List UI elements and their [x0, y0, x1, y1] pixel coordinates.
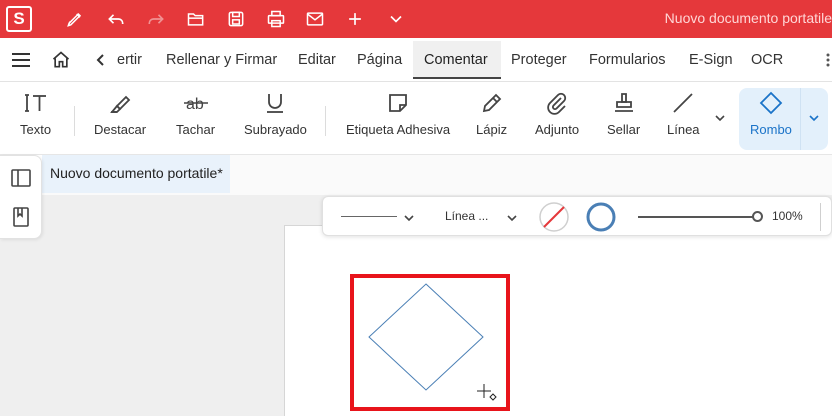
tool-sellar-label: Sellar: [607, 122, 641, 137]
selection-highlight-box: [350, 274, 510, 411]
opacity-slider-track[interactable]: [638, 216, 758, 218]
strikethrough-icon: ab: [183, 90, 209, 116]
menu-item-ocr[interactable]: OCR: [751, 52, 783, 68]
sticky-note-icon: [385, 90, 411, 116]
panel-toggle-icon[interactable]: [10, 167, 32, 189]
more-options-icon[interactable]: [818, 52, 832, 68]
tool-tachar[interactable]: ab Tachar: [176, 90, 215, 137]
svg-text:ab: ab: [186, 96, 204, 113]
menu-item-comentar[interactable]: Comentar: [424, 52, 488, 68]
tool-tachar-label: Tachar: [176, 122, 216, 137]
menu-item-formularios[interactable]: Formularios: [589, 52, 666, 68]
print-icon[interactable]: [264, 8, 288, 30]
document-tab-bar: Nuovo documento portatile*: [42, 155, 832, 195]
tool-subrayado-label: Subrayado: [244, 122, 307, 137]
ribbon-separator: [74, 106, 75, 136]
fill-color-none-button[interactable]: [538, 201, 570, 233]
chevron-left-icon[interactable]: [90, 50, 112, 70]
menu-bar: ertir Rellenar y Firmar Editar Página Co…: [0, 38, 832, 82]
tool-etiqueta-adhesiva[interactable]: Etiqueta Adhesiva: [346, 90, 450, 137]
line-type-chevron-icon[interactable]: [506, 211, 518, 223]
tool-adjunto[interactable]: Adjunto: [535, 90, 579, 137]
tool-sellar[interactable]: Sellar: [607, 90, 640, 137]
paperclip-icon: [544, 90, 570, 116]
stroke-color-button[interactable]: [585, 201, 617, 233]
menu-item-convertir[interactable]: ertir: [117, 52, 142, 68]
rombo-dropdown-chevron-icon[interactable]: [808, 111, 820, 123]
line-type-select[interactable]: Línea ...: [445, 209, 488, 223]
pencil-icon: [479, 90, 505, 116]
tool-rombo[interactable]: Rombo: [750, 90, 792, 137]
menu-item-editar[interactable]: Editar: [298, 52, 336, 68]
tool-linea-label: Línea: [667, 122, 700, 137]
stamp-icon: [611, 90, 637, 116]
opacity-slider-knob[interactable]: [752, 211, 763, 222]
title-bar: S Nuovo documento portatile: [0, 0, 832, 38]
menu-item-rellenar-y-firmar[interactable]: Rellenar y Firmar: [166, 52, 277, 68]
open-folder-icon[interactable]: [184, 8, 208, 30]
line-style-chevron-icon[interactable]: [403, 211, 415, 223]
toolbar-divider: [820, 203, 821, 231]
tool-texto[interactable]: Texto: [20, 90, 51, 137]
plus-icon[interactable]: [343, 8, 367, 30]
pen-icon[interactable]: [63, 8, 87, 30]
line-style-preview[interactable]: [341, 216, 397, 217]
mail-icon[interactable]: [303, 8, 327, 30]
chevron-down-icon[interactable]: [384, 8, 408, 30]
tool-linea[interactable]: Línea: [667, 90, 700, 137]
tool-adjunto-label: Adjunto: [535, 122, 580, 137]
active-tool-split: [800, 88, 801, 150]
tool-texto-label: Texto: [20, 122, 52, 137]
underline-icon: [262, 90, 288, 116]
annotation-properties-toolbar: Línea ... 100%: [322, 196, 832, 236]
undo-icon[interactable]: [104, 8, 128, 30]
save-icon[interactable]: [224, 8, 248, 30]
menu-item-pagina[interactable]: Página: [357, 52, 402, 68]
document-tab[interactable]: Nuovo documento portatile*: [42, 155, 230, 193]
shapes-dropdown-chevron-icon[interactable]: [714, 111, 726, 123]
left-side-panel: [0, 155, 42, 239]
window-title: Nuovo documento portatile: [664, 10, 832, 26]
bookmark-icon[interactable]: [10, 206, 32, 228]
ribbon-separator: [325, 106, 326, 136]
hamburger-menu-icon[interactable]: [10, 50, 32, 70]
tool-destacar-label: Destacar: [94, 122, 147, 137]
document-tab-title: Nuovo documento portatile*: [50, 165, 223, 181]
tool-destacar[interactable]: Destacar: [94, 90, 146, 137]
text-icon: [23, 90, 49, 116]
tool-etiqueta-adhesiva-label: Etiqueta Adhesiva: [346, 122, 451, 137]
tool-lapiz[interactable]: Lápiz: [476, 90, 507, 137]
menu-item-e-sign[interactable]: E-Sign: [689, 52, 733, 68]
comment-ribbon: Texto Destacar ab Tachar Subrayado Etiqu…: [0, 82, 832, 155]
tool-subrayado[interactable]: Subrayado: [244, 90, 307, 137]
home-icon[interactable]: [50, 50, 72, 70]
app-logo[interactable]: S: [6, 6, 32, 32]
diamond-icon: [758, 90, 784, 116]
opacity-value: 100%: [772, 209, 803, 223]
line-icon: [670, 90, 696, 116]
tool-lapiz-label: Lápiz: [476, 122, 508, 137]
highlighter-icon: [107, 90, 133, 116]
menu-item-proteger[interactable]: Proteger: [511, 52, 567, 68]
tool-rombo-label: Rombo: [750, 122, 792, 137]
redo-icon[interactable]: [144, 8, 168, 30]
